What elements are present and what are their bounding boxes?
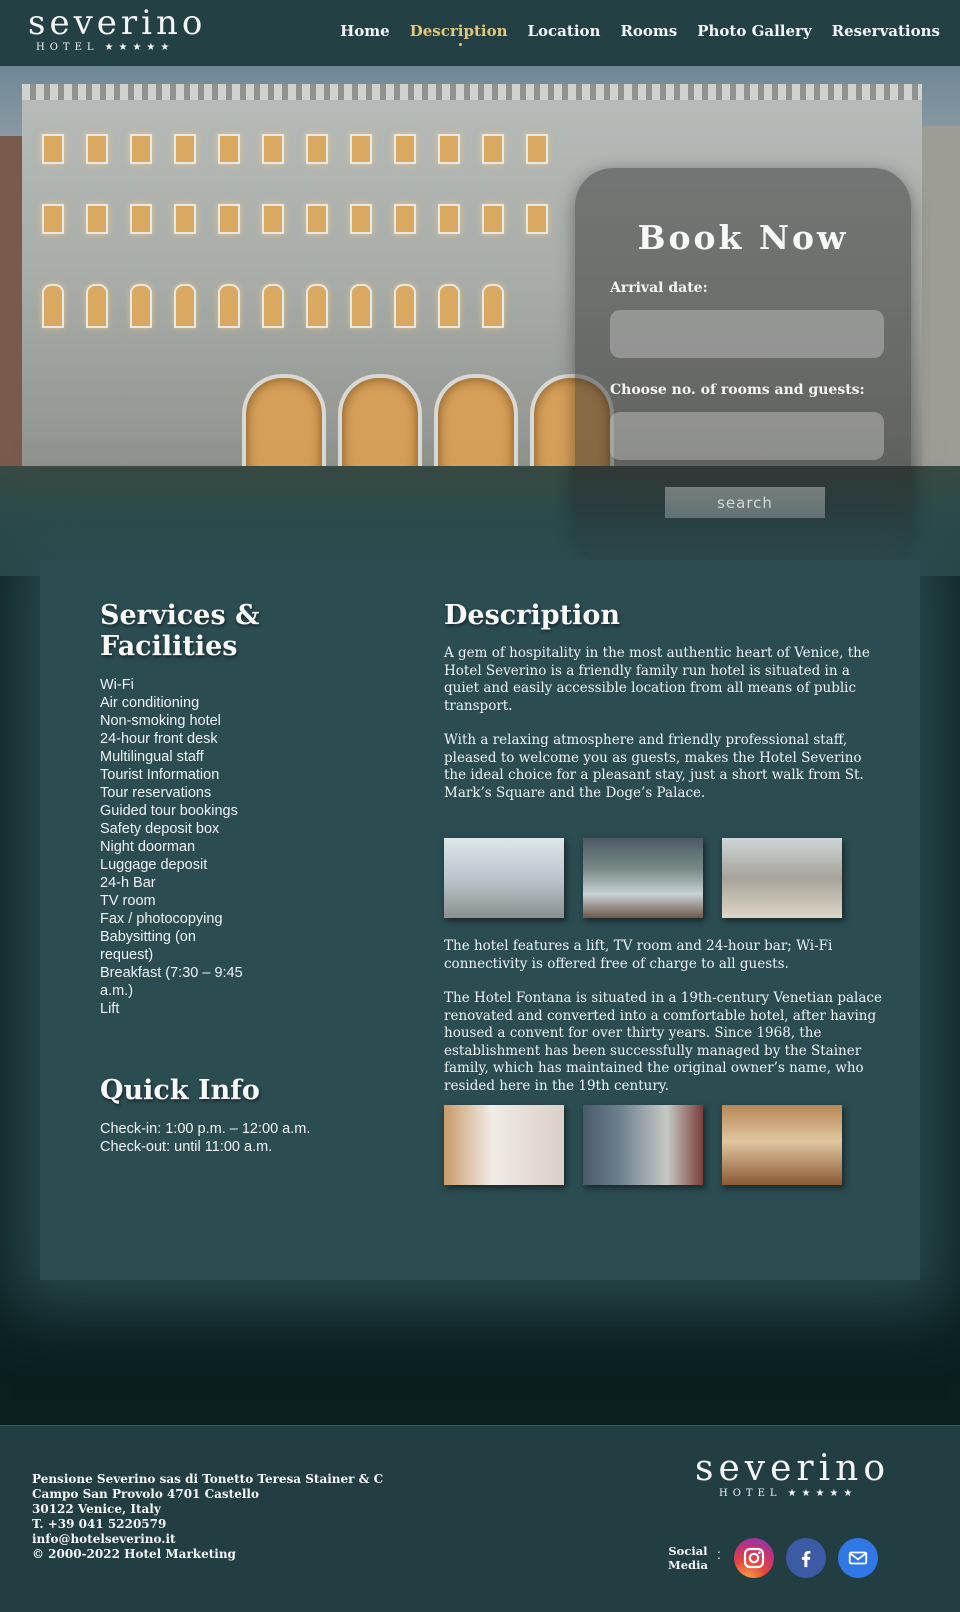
list-item: Lift (100, 1001, 120, 1017)
logo-wordmark: severino (28, 3, 207, 43)
quick-info-section: Quick Info Check-in: 1:00 p.m. – 12:00 a… (100, 1075, 400, 1156)
social-label-line2: Media (668, 1558, 708, 1572)
logo-tagline: HOTEL (719, 1488, 782, 1499)
description-title: Description (444, 600, 620, 631)
services-list: Wi-Fi Air conditioning Non-smoking hotel… (100, 676, 250, 1018)
quick-info-title: Quick Info (100, 1075, 260, 1106)
social-label-line1: Social (668, 1544, 708, 1558)
arrival-date-input[interactable] (610, 310, 884, 358)
nav-location[interactable]: Location (527, 22, 600, 40)
list-item: Tourist Information (100, 767, 220, 783)
hero-image: Book Now Arrival date: Choose no. of roo… (0, 66, 960, 576)
description-paragraph: The hotel features a lift, TV room and 2… (444, 938, 833, 972)
footer-logo[interactable]: severino HOTEL ★★★★★ (695, 1448, 905, 1500)
address-street: Campo San Provolo 4701 Castello (32, 1487, 259, 1501)
site-footer: Pensione Severino sas di Tonetto Teresa … (0, 1425, 960, 1612)
company-name: Pensione Severino sas di Tonetto Teresa … (32, 1472, 384, 1486)
services-section: Services & Facilities Wi-Fi Air conditio… (100, 600, 400, 1018)
nav-description[interactable]: Description (410, 22, 507, 46)
instagram-icon[interactable] (734, 1538, 774, 1578)
contact-info: Pensione Severino sas di Tonetto Teresa … (32, 1472, 383, 1562)
list-item: Luggage deposit (100, 857, 208, 873)
quick-info-text: Check-in: 1:00 p.m. – 12:00 a.m. Check-o… (100, 1120, 400, 1156)
copyright: © 2000-2022 Hotel Marketing (32, 1547, 236, 1561)
logo-stars: ★★★★★ (104, 42, 175, 53)
list-item: Non-smoking hotel (100, 713, 221, 729)
email-icon[interactable] (838, 1538, 878, 1578)
list-item: 24-hour front desk (100, 731, 218, 747)
description-paragraph: A gem of hospitality in the most authent… (444, 645, 870, 714)
reception-photo[interactable] (583, 838, 703, 918)
nav-rooms[interactable]: Rooms (620, 22, 677, 40)
nav-reservations[interactable]: Reservations (832, 22, 940, 40)
rooms-guests-label: Choose no. of rooms and guests: (610, 382, 865, 398)
photo-row (444, 1105, 884, 1185)
list-item: Night doorman (100, 839, 196, 855)
logo-subtitle: HOTEL ★★★★★ (28, 42, 208, 53)
list-item: TV room (100, 893, 156, 909)
photo-row (444, 838, 884, 918)
logo-wordmark: severino (695, 1448, 891, 1489)
search-button[interactable]: search (665, 487, 825, 518)
list-item: Fax / photocopying (100, 911, 223, 927)
address-city: 30122 Venice, Italy (32, 1502, 161, 1516)
booking-title: Book Now (637, 218, 849, 257)
booking-widget: Book Now Arrival date: Choose no. of roo… (575, 168, 911, 563)
logo-subtitle: HOTEL ★★★★★ (695, 1488, 905, 1499)
breakfast-room-photo[interactable] (722, 1105, 842, 1185)
window-row (42, 134, 902, 164)
list-item: Safety deposit box (100, 821, 220, 837)
facade-cornice (22, 84, 922, 100)
list-item: Guided tour bookings (100, 803, 238, 819)
phone-number: T. +39 041 5220579 (32, 1517, 167, 1531)
hotel-logo[interactable]: severino HOTEL ★★★★★ (28, 6, 208, 58)
checkout-text: Check-out: until 11:00 a.m. (100, 1139, 273, 1155)
nav-home[interactable]: Home (340, 22, 390, 40)
rooms-guests-input[interactable] (610, 412, 884, 460)
list-item: Wi-Fi (100, 677, 134, 693)
list-item: 24-h Bar (100, 875, 156, 891)
nav-photo-gallery[interactable]: Photo Gallery (697, 22, 811, 40)
list-item: Tour reservations (100, 785, 212, 801)
services-title: Services & Facilities (100, 600, 260, 662)
checkin-text: Check-in: 1:00 p.m. – 12:00 a.m. (100, 1121, 311, 1137)
arrival-date-label: Arrival date: (610, 280, 708, 296)
bedroom-photo[interactable] (722, 838, 842, 918)
main-nav: Home Description Location Rooms Photo Ga… (340, 22, 940, 46)
logo-tagline: HOTEL (36, 42, 99, 53)
site-header: severino HOTEL ★★★★★ Home Description Loc… (0, 0, 960, 67)
description-paragraph: With a relaxing atmosphere and friendly … (444, 732, 864, 801)
content-panel: Services & Facilities Wi-Fi Air conditio… (40, 560, 920, 1280)
social-colon: : (717, 1546, 721, 1562)
list-item: Multilingual staff (100, 749, 204, 765)
description-section: Description A gem of hospitality in the … (444, 600, 884, 1185)
breakfast-counter-photo[interactable] (444, 1105, 564, 1185)
logo-stars: ★★★★★ (787, 1488, 858, 1499)
hallway-photo[interactable] (583, 1105, 703, 1185)
email-link[interactable]: info@hotelseverino.it (32, 1532, 383, 1547)
description-paragraph: The Hotel Fontana is situated in a 19th-… (444, 990, 882, 1094)
list-item: Breakfast (7:30 – 9:45 a.m.) (100, 965, 243, 999)
social-media-label: Social Media (668, 1544, 708, 1572)
meeting-room-photo[interactable] (444, 838, 564, 918)
list-item: Babysitting (on request) (100, 929, 196, 963)
list-item: Air conditioning (100, 695, 200, 711)
facebook-icon[interactable] (786, 1538, 826, 1578)
